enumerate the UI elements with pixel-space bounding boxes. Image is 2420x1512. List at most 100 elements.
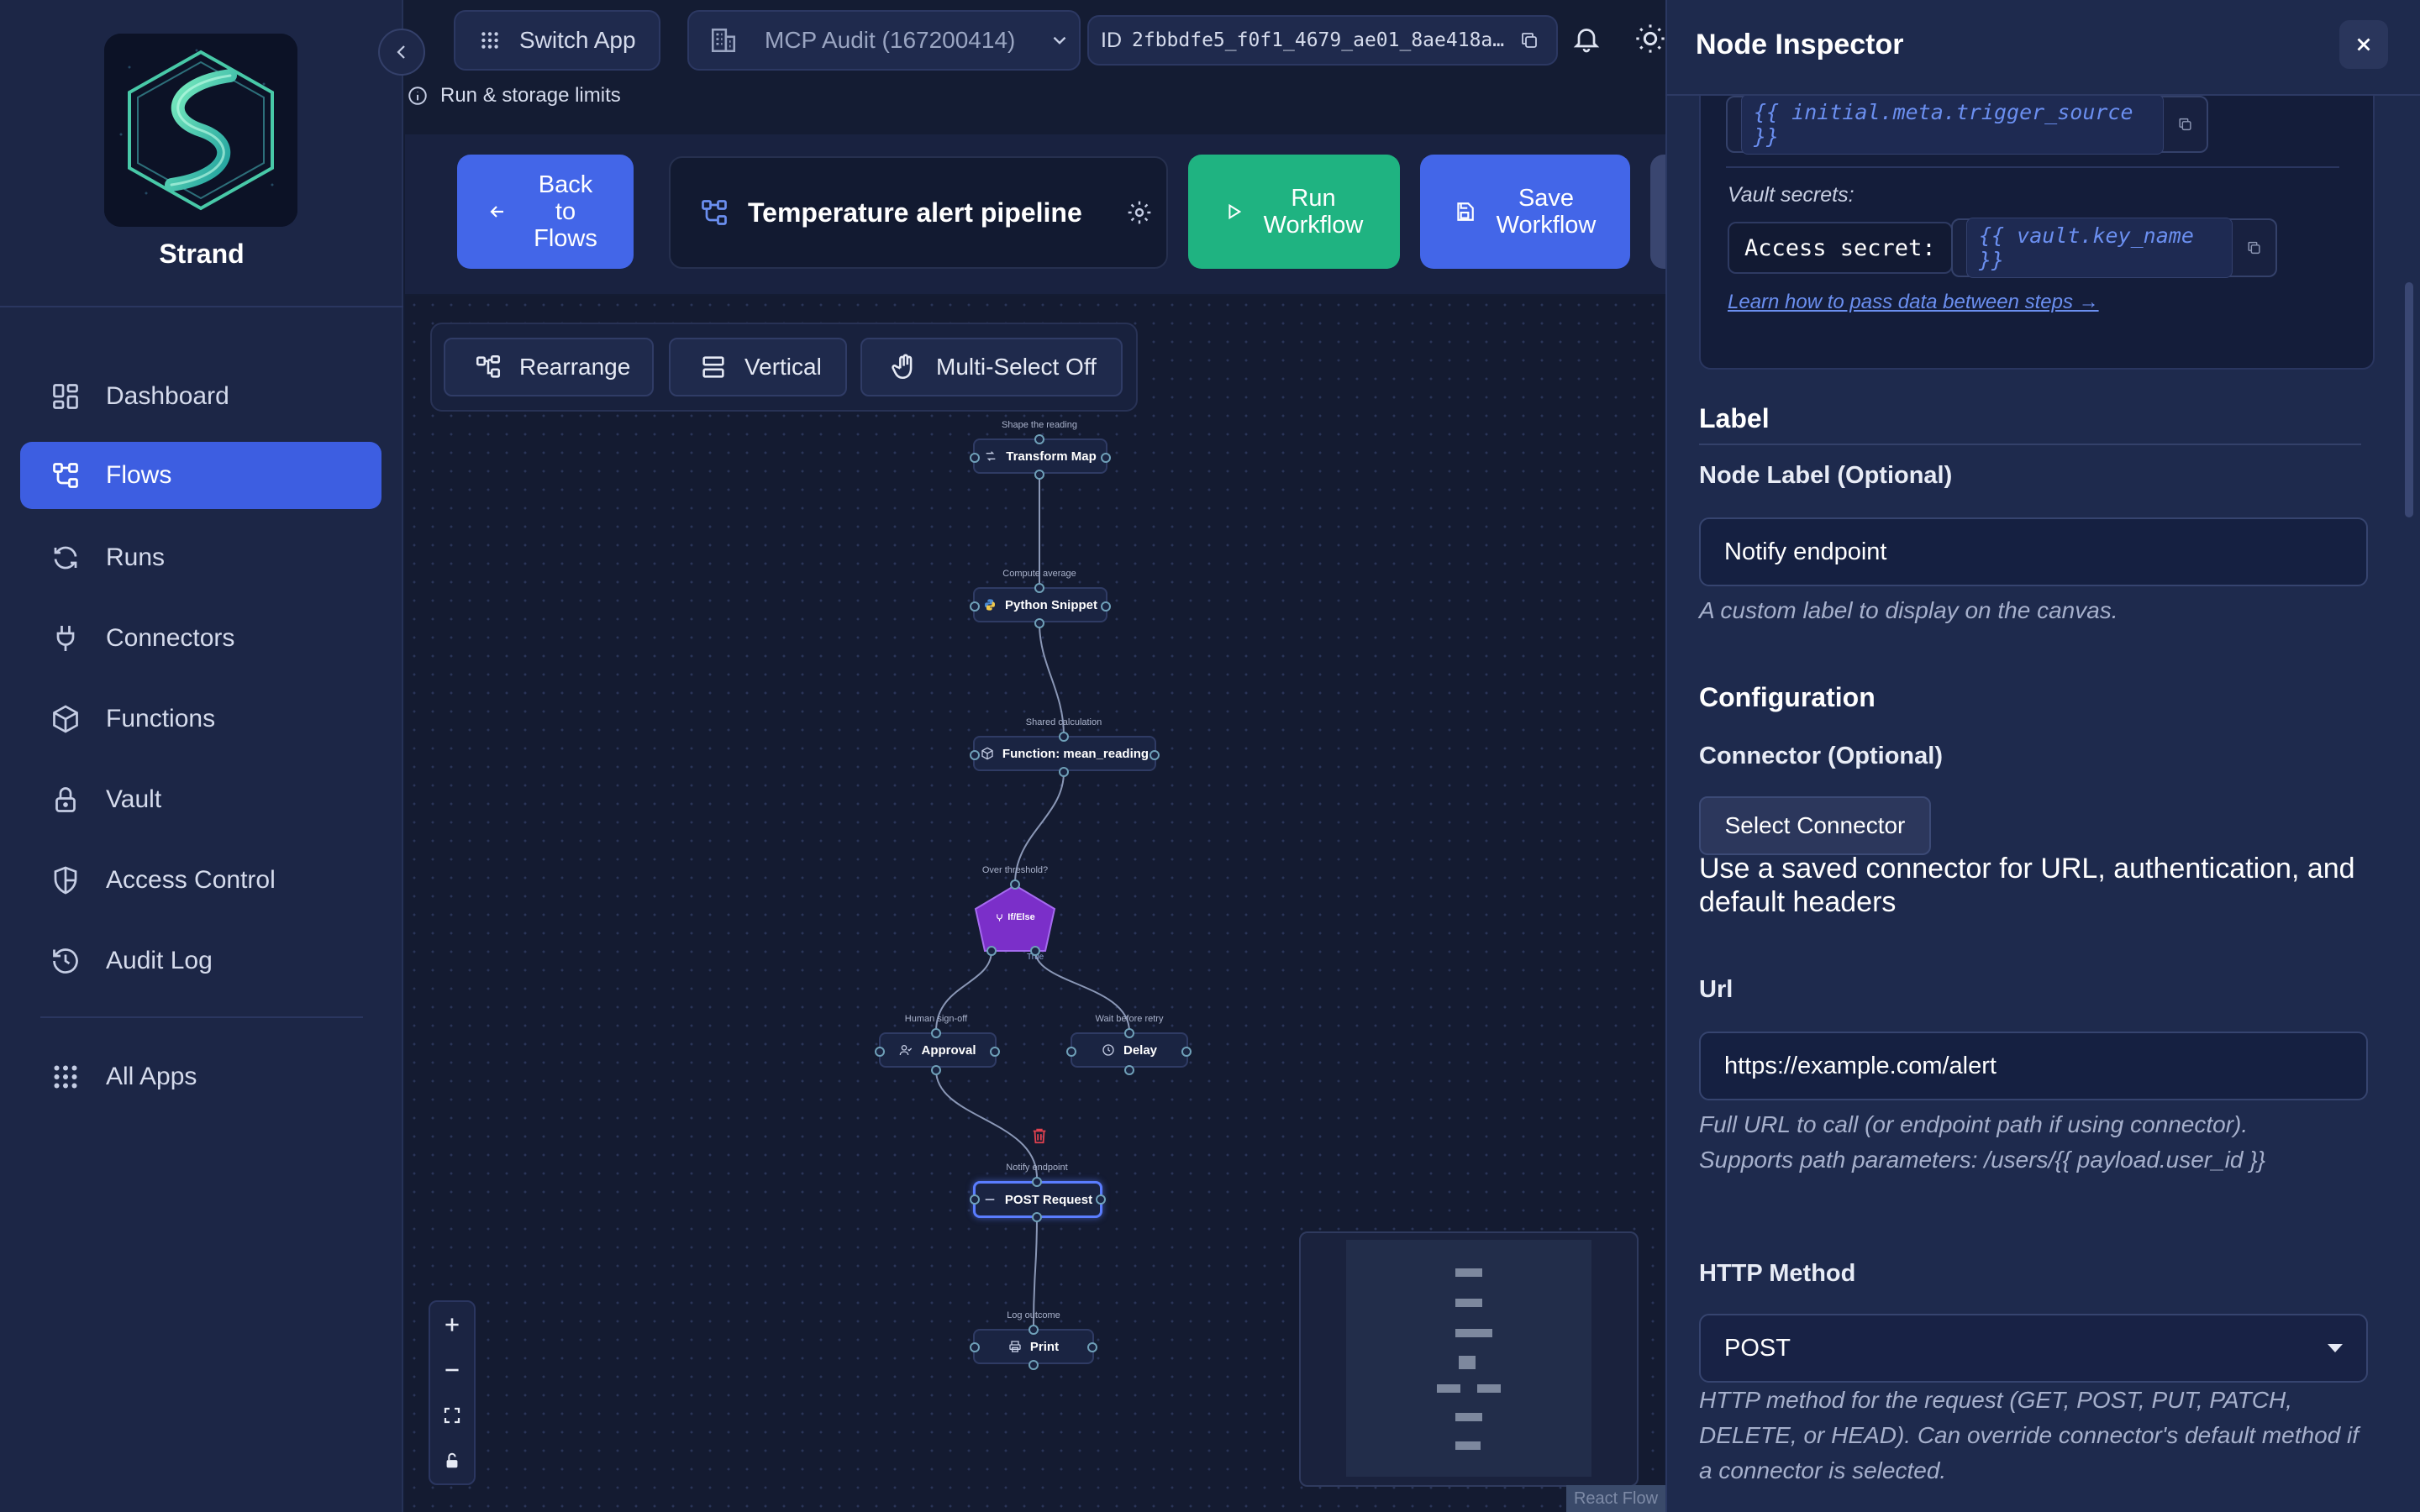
user-check-icon — [900, 1045, 913, 1056]
divider — [1726, 166, 2339, 168]
bell-icon — [1573, 29, 1600, 53]
apps-grid-icon — [481, 32, 498, 49]
notifications-button[interactable] — [1571, 24, 1602, 54]
node-print[interactable]: Print — [973, 1329, 1094, 1364]
org-select[interactable]: MCP Audit (167200414) — [687, 10, 1081, 71]
sidebar-item-label: Runs — [106, 543, 166, 571]
sidebar-item-runs[interactable]: Runs — [20, 524, 381, 591]
shield-icon — [54, 866, 77, 895]
play-icon — [1228, 203, 1242, 220]
hand-icon — [892, 354, 913, 380]
sidebar-item-dashboard[interactable]: Dashboard — [20, 363, 381, 430]
react-flow-attribution[interactable]: React Flow — [1566, 1485, 1665, 1512]
close-inspector-button[interactable] — [2339, 20, 2388, 69]
rearrange-button[interactable]: Rearrange — [444, 338, 654, 396]
sidebar-item-connectors[interactable]: Connectors — [20, 605, 381, 672]
dna-logo-icon — [104, 34, 297, 227]
node-label-input[interactable]: Notify endpoint — [1699, 517, 2368, 586]
branch-true-label: True — [1027, 953, 1044, 962]
http-method-select[interactable]: POST — [1699, 1314, 2368, 1383]
delete-node-button[interactable] — [1030, 1126, 1049, 1146]
http-method-value: POST — [1724, 1334, 1791, 1362]
chevron-left-icon — [397, 45, 405, 59]
flow-title: Temperature alert pipeline — [748, 197, 1082, 228]
copy-icon[interactable] — [2246, 239, 2262, 256]
node-caption: Over threshold? — [981, 865, 1049, 875]
sidebar-item-all-apps[interactable]: All Apps — [20, 1043, 381, 1110]
zoom-in-button[interactable] — [430, 1302, 474, 1347]
switch-app-button[interactable]: Switch App — [454, 10, 660, 71]
node-python-snippet[interactable]: Python Snippet — [973, 587, 1107, 622]
node-label: Transform Map — [1006, 449, 1097, 464]
minimap-nodes — [1437, 1268, 1501, 1450]
sidebar-item-functions[interactable]: Functions — [20, 685, 381, 753]
node-label: POST Request — [1004, 1192, 1093, 1207]
flows-icon — [702, 200, 727, 225]
collapse-sidebar-button[interactable] — [378, 29, 425, 76]
node-transform-map[interactable]: Transform Map — [973, 438, 1107, 474]
theme-toggle[interactable] — [1634, 22, 1667, 55]
arrow-left-icon — [490, 206, 503, 218]
node-delay[interactable]: Delay — [1071, 1032, 1188, 1068]
id-value: 2fbbdfe5_f0f1_4679_ae01_8ae418a… — [1132, 29, 1505, 51]
inspector-scrollbar[interactable] — [2405, 282, 2413, 517]
clock-icon — [1102, 1044, 1114, 1056]
node-if-else[interactable]: If/Else — [973, 884, 1057, 954]
limits-label: Run & storage limits — [440, 84, 621, 107]
sidebar-item-access-control[interactable]: Access Control — [20, 847, 381, 914]
node-label: Python Snippet — [1005, 597, 1097, 612]
save-workflow-button[interactable]: Save Workflow — [1420, 155, 1630, 269]
chevron-down-icon — [1054, 36, 1066, 45]
trigger-source-chip: {{ initial.meta.trigger_source }} — [1726, 96, 2208, 155]
learn-data-link[interactable]: Learn how to pass data between steps → — [1728, 291, 2099, 314]
run-label: Run Workflow — [1263, 185, 1364, 239]
zoom-out-button[interactable] — [430, 1347, 474, 1393]
inspector-content[interactable]: {{ initial.meta.trigger_source }} Vault … — [1665, 96, 2420, 1512]
back-to-flows-button[interactable]: Back to Flows — [457, 155, 634, 269]
node-label-help: A custom label to display on the canvas. — [1699, 597, 2118, 623]
run-workflow-button[interactable]: Run Workflow — [1188, 155, 1400, 269]
lock-canvas-button[interactable] — [430, 1438, 474, 1483]
node-function[interactable]: Function: mean_reading — [973, 736, 1156, 771]
sidebar-item-vault[interactable]: Vault — [20, 766, 381, 833]
select-connector-button[interactable]: Select Connector — [1699, 796, 1931, 855]
more-actions-button[interactable] — [1650, 155, 1665, 269]
caret-down-icon — [2328, 1344, 2343, 1352]
runs-icon — [54, 546, 77, 570]
plug-icon — [56, 626, 75, 651]
node-post-request[interactable]: POST Request — [973, 1181, 1102, 1218]
node-caption: Compute average — [1002, 569, 1076, 579]
run-storage-limits[interactable]: Run & storage limits — [407, 84, 621, 108]
sidebar-item-label: Flows — [106, 461, 172, 489]
branch-icon — [997, 913, 1003, 921]
gear-icon[interactable] — [1126, 199, 1153, 226]
http-method-title: HTTP Method — [1699, 1260, 1856, 1287]
python-icon — [985, 599, 995, 611]
building-icon — [711, 28, 736, 53]
url-input[interactable]: https://example.com/alert — [1699, 1032, 2368, 1100]
url-help-line-1: Full URL to call (or endpoint path if us… — [1699, 1111, 2249, 1137]
sidebar-item-label: Vault — [106, 785, 162, 813]
url-help-line-2: Supports path parameters: /users/{{ payl… — [1699, 1147, 2265, 1173]
multi-select-toggle[interactable]: Multi-Select Off — [860, 338, 1123, 396]
history-icon — [53, 948, 78, 974]
sidebar-item-flows[interactable]: Flows — [20, 442, 381, 509]
trash-icon — [1033, 1128, 1046, 1144]
sidebar-item-label: All Apps — [106, 1063, 197, 1090]
vertical-layout-button[interactable]: Vertical — [669, 338, 847, 396]
fit-view-icon — [444, 1407, 460, 1424]
app-logo[interactable] — [104, 34, 297, 227]
fit-view-button[interactable] — [430, 1393, 474, 1438]
minus-icon — [445, 1368, 459, 1372]
cube-icon — [981, 747, 993, 760]
node-label: Print — [1029, 1339, 1060, 1354]
node-approval[interactable]: Approval — [879, 1032, 997, 1068]
node-label-title: Node Label (Optional) — [1699, 462, 1953, 489]
copy-icon[interactable] — [2177, 116, 2193, 133]
connector-title: Connector (Optional) — [1699, 743, 1943, 769]
apps-grid-icon — [54, 1065, 77, 1089]
node-label: Function: mean_reading — [1002, 746, 1150, 761]
copy-icon[interactable] — [1519, 30, 1539, 50]
brand-name: Strand — [159, 239, 245, 269]
sidebar-item-audit-log[interactable]: Audit Log — [20, 927, 381, 995]
